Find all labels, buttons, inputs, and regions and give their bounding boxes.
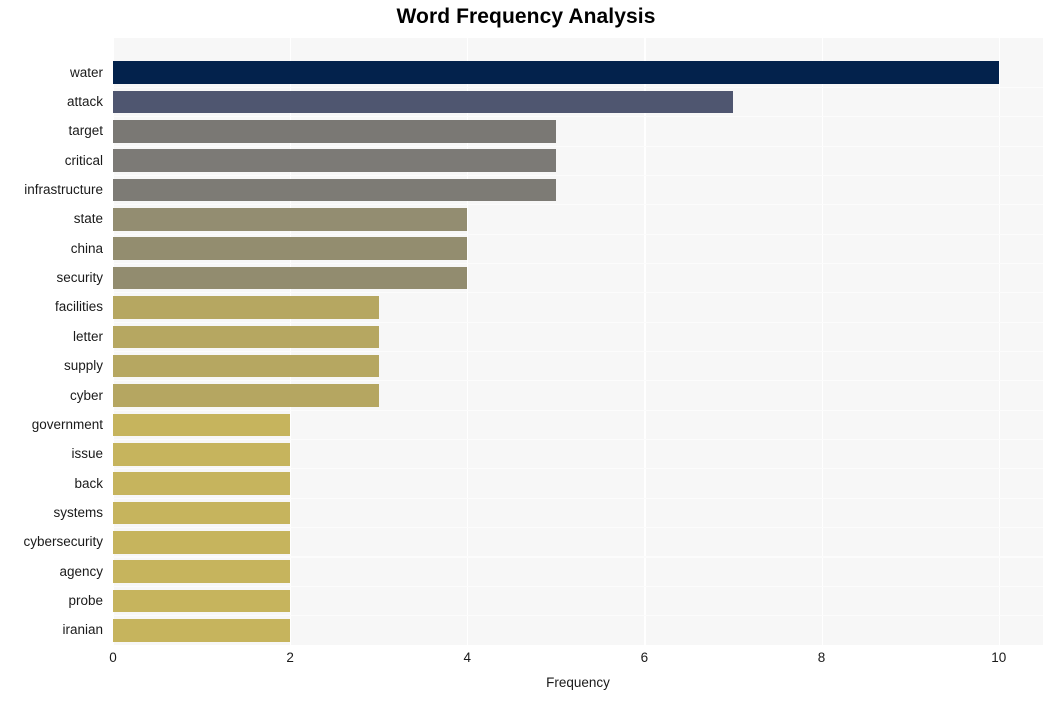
- bar-row: [113, 87, 1043, 116]
- bar-supply: [113, 354, 379, 378]
- bar-row: [113, 469, 1043, 498]
- bar-government: [113, 413, 291, 437]
- bar-row: [113, 322, 1043, 351]
- row-separator: [113, 644, 1043, 645]
- bar-cyber: [113, 384, 379, 407]
- y-axis-label-china: china: [70, 240, 103, 256]
- bar-row: [113, 146, 1043, 175]
- bar-attack: [113, 90, 733, 114]
- bar-row: [113, 586, 1043, 615]
- y-axis-label-state: state: [73, 211, 103, 227]
- bar-row: [113, 117, 1043, 146]
- y-axis-label-water: water: [69, 64, 103, 80]
- x-axis-tick-labels: 0 2 4 6 8 10: [0, 650, 1052, 672]
- bar-security: [113, 266, 468, 290]
- y-axis-label-attack: attack: [66, 94, 103, 110]
- x-axis-tick-4: 4: [463, 650, 472, 665]
- bar-row: [113, 557, 1043, 586]
- x-axis-title: Frequency: [546, 675, 610, 690]
- y-axis-label-agency: agency: [59, 563, 103, 579]
- y-axis-label-back: back: [74, 475, 103, 491]
- bar-row: [113, 616, 1043, 645]
- plot-area: [113, 38, 1043, 645]
- y-axis-label-supply: supply: [63, 358, 103, 374]
- bar-back: [113, 472, 291, 495]
- bar-letter: [113, 325, 379, 349]
- bar-row: [113, 175, 1043, 204]
- bar-water: [113, 61, 999, 84]
- y-axis-label-probe: probe: [68, 592, 103, 608]
- x-axis-tick-8: 8: [817, 650, 826, 665]
- bar-row: [113, 205, 1043, 234]
- y-axis-tick-labels: water attack target critical infrastructure s…: [0, 38, 108, 645]
- bar-row: [113, 58, 1043, 87]
- y-axis-label-facilities: facilities: [54, 299, 103, 315]
- bar-row: [113, 263, 1043, 292]
- bar-critical: [113, 149, 556, 173]
- chart-figure: Word Frequency Analysis water attack targe…: [0, 0, 1052, 701]
- bar-china: [113, 237, 468, 261]
- bar-row: [113, 352, 1043, 381]
- chart-title: Word Frequency Analysis: [396, 5, 656, 28]
- bar-target: [113, 120, 556, 143]
- y-axis-label-systems: systems: [53, 504, 103, 520]
- bars-container: [113, 38, 1043, 645]
- y-axis-label-government: government: [31, 416, 103, 432]
- y-axis-label-target: target: [68, 123, 103, 139]
- x-axis-tick-10: 10: [991, 650, 1007, 665]
- y-axis-label-infrastructure: infrastructure: [24, 182, 103, 198]
- bar-row: [113, 381, 1043, 410]
- bar-iranian: [113, 619, 291, 642]
- y-axis-label-cybersecurity: cybersecurity: [23, 534, 103, 550]
- x-axis-tick-6: 6: [640, 650, 649, 665]
- bar-infrastructure: [113, 178, 556, 202]
- bar-probe: [113, 589, 291, 613]
- bar-row: [113, 410, 1043, 439]
- bar-row: [113, 528, 1043, 557]
- y-axis-label-security: security: [56, 270, 103, 286]
- bar-systems: [113, 501, 291, 525]
- bar-state: [113, 208, 468, 231]
- y-axis-label-issue: issue: [71, 446, 103, 462]
- bar-row: [113, 293, 1043, 322]
- bar-row: [113, 234, 1043, 263]
- x-axis-tick-2: 2: [286, 650, 294, 665]
- y-axis-label-letter: letter: [72, 328, 103, 344]
- bar-agency: [113, 560, 291, 583]
- bar-row: [113, 440, 1043, 469]
- y-axis-label-iranian: iranian: [62, 622, 103, 638]
- bar-issue: [113, 442, 291, 466]
- y-axis-label-critical: critical: [64, 152, 103, 168]
- bar-facilities: [113, 296, 379, 319]
- bar-row: [113, 498, 1043, 527]
- y-axis-label-cyber: cyber: [69, 387, 103, 403]
- x-axis-tick-0: 0: [109, 650, 117, 665]
- bar-cybersecurity: [113, 530, 291, 554]
